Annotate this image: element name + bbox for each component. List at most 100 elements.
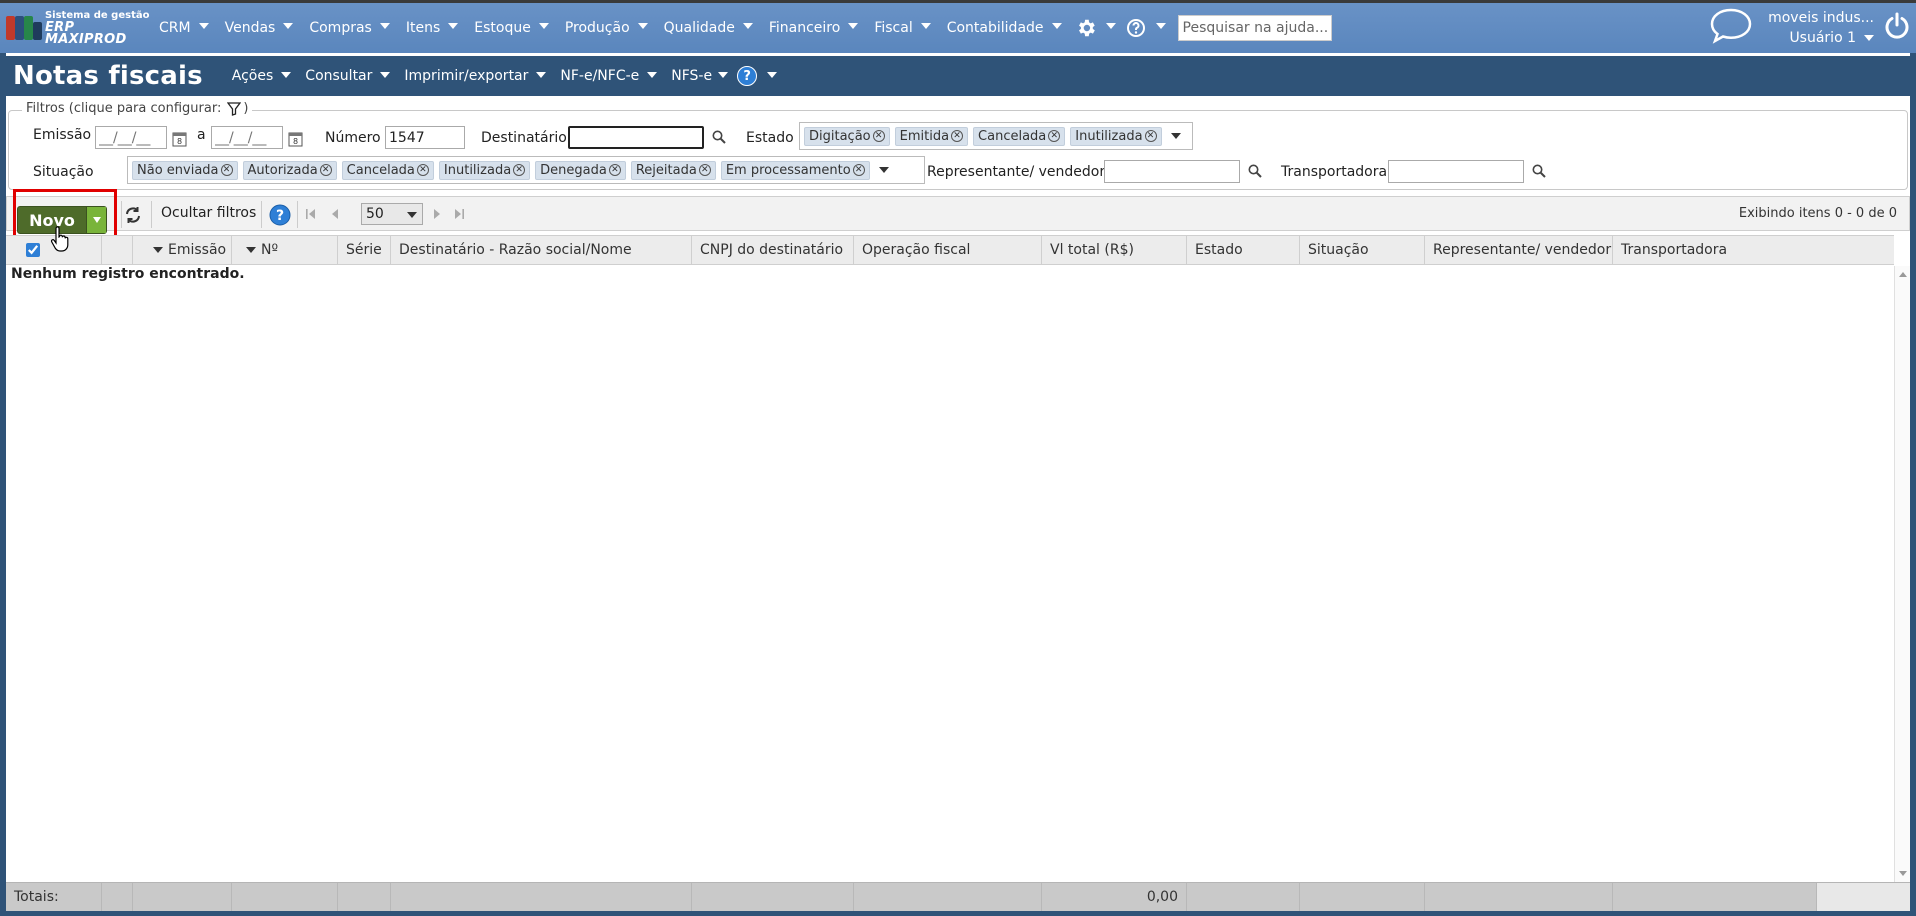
scroll-down-icon[interactable] — [1899, 871, 1907, 876]
chevron-down-icon — [848, 22, 859, 29]
column-header-estado[interactable]: Estado — [1187, 236, 1300, 264]
nav-fiscal[interactable]: Fiscal — [866, 3, 938, 53]
tag-label: Autorizada — [247, 162, 318, 178]
calendar-icon[interactable]: 8 — [172, 131, 187, 147]
search-icon[interactable] — [1248, 164, 1262, 182]
first-page-icon[interactable] — [305, 208, 317, 224]
chevron-down-icon — [448, 22, 459, 29]
hide-filters-button[interactable]: Ocultar filtros — [161, 205, 256, 221]
chevron-down-icon[interactable] — [1170, 133, 1181, 139]
column-header-situacao[interactable]: Situação — [1300, 236, 1425, 264]
nav-producao[interactable]: Produção — [557, 3, 656, 53]
nav-label: Produção — [564, 20, 630, 36]
remove-tag-icon[interactable]: ✕ — [1048, 130, 1061, 142]
filters-legend[interactable]: Filtros (clique para configurar: ) — [22, 101, 253, 116]
select-all-checkbox[interactable] — [26, 243, 40, 257]
column-header-cnpj[interactable]: CNPJ do destinatário — [692, 236, 854, 264]
tag-estado-inutilizada: Inutilizada ✕ — [1070, 126, 1162, 146]
logo-icon — [6, 13, 42, 43]
chevron-down-icon — [920, 22, 931, 29]
situacao-multiselect[interactable]: Não enviada ✕ Autorizada ✕ Cancelada ✕ Inut… — [127, 156, 925, 184]
nav-vendas[interactable]: Vendas — [217, 3, 302, 53]
menu-nfse[interactable]: NFS-e — [664, 68, 735, 84]
nav-estoque[interactable]: Estoque — [466, 3, 557, 53]
nav-compras[interactable]: Compras — [301, 3, 398, 53]
refresh-icon[interactable] — [124, 206, 142, 228]
remove-tag-icon[interactable]: ✕ — [608, 164, 621, 176]
column-header-emissao[interactable]: Emissão — [133, 236, 232, 264]
novo-dropdown-button[interactable] — [86, 207, 106, 233]
chevron-down-icon — [1051, 22, 1062, 29]
nav-itens[interactable]: Itens — [398, 3, 466, 53]
totals-label: Totais: — [6, 883, 102, 911]
menu-consultar[interactable]: Consultar — [298, 68, 397, 84]
column-header-vl-total[interactable]: Vl total (R$) — [1042, 236, 1187, 264]
nav-crm[interactable]: CRM — [151, 3, 217, 53]
page-size-select[interactable]: 50 — [361, 203, 423, 225]
date-range-a-label: a — [197, 127, 206, 143]
app-logo[interactable]: Sistema de gestão ERP MAXIPROD — [6, 10, 151, 46]
tag-situacao-cancelada: Cancelada ✕ — [341, 160, 434, 180]
prev-page-icon[interactable] — [329, 208, 341, 224]
nav-qualidade[interactable]: Qualidade — [656, 3, 761, 53]
remove-tag-icon[interactable]: ✕ — [319, 164, 332, 176]
column-header-operacao[interactable]: Operação fiscal — [854, 236, 1042, 264]
nav-settings[interactable] — [1070, 3, 1120, 53]
numero-input[interactable] — [385, 126, 465, 149]
toolbar-separator — [297, 201, 298, 228]
column-header-destinatario[interactable]: Destinatário - Razão social/Nome — [391, 236, 692, 264]
totals-cell — [854, 883, 1042, 911]
remove-tag-icon[interactable]: ✕ — [1144, 130, 1157, 142]
totals-cell — [692, 883, 854, 911]
remove-tag-icon[interactable]: ✕ — [951, 130, 964, 142]
transportadora-label: Transportadora — [1281, 164, 1388, 180]
nav-contabilidade[interactable]: Contabilidade — [939, 3, 1070, 53]
user-menu[interactable]: moveis indus... Usuário 1 — [1768, 8, 1874, 48]
scroll-up-icon[interactable] — [1899, 272, 1907, 277]
power-icon[interactable] — [1884, 12, 1910, 44]
menu-nfe-nfce[interactable]: NF-e/NFC-e — [553, 68, 664, 84]
column-header-serie[interactable]: Série — [338, 236, 391, 264]
chat-bubble-icon[interactable] — [1708, 7, 1754, 49]
nav-help[interactable] — [1120, 3, 1170, 53]
remove-tag-icon[interactable]: ✕ — [220, 164, 233, 176]
remove-tag-icon[interactable]: ✕ — [416, 164, 429, 176]
column-label: CNPJ do destinatário — [700, 242, 844, 258]
page-title: Notas fiscais — [13, 61, 203, 91]
totals-cell — [338, 883, 391, 911]
emissao-label: Emissão — [33, 127, 92, 143]
totals-cell — [133, 883, 232, 911]
representante-input[interactable] — [1104, 160, 1240, 183]
transportadora-input[interactable] — [1388, 160, 1524, 183]
column-header-transportadora[interactable]: Transportadora — [1613, 236, 1894, 264]
tag-label: Denegada — [540, 162, 607, 178]
search-icon[interactable] — [1532, 164, 1546, 182]
emissao-end-input[interactable] — [211, 126, 283, 149]
destinatario-input[interactable] — [568, 126, 704, 149]
help-search-input[interactable] — [1177, 15, 1332, 41]
remove-tag-icon[interactable]: ✕ — [852, 164, 865, 176]
totals-cell — [232, 883, 338, 911]
menu-imprimir-exportar[interactable]: Imprimir/exportar — [397, 68, 553, 84]
vertical-scrollbar[interactable] — [1894, 266, 1910, 882]
tag-estado-cancelada: Cancelada ✕ — [973, 126, 1066, 146]
tag-label: Cancelada — [346, 162, 415, 178]
estado-multiselect[interactable]: Digitação ✕ Emitida ✕ Cancelada ✕ Inutiliza… — [799, 122, 1193, 150]
emissao-start-input[interactable] — [95, 126, 167, 149]
totals-cell — [1425, 883, 1613, 911]
menu-acoes[interactable]: Ações — [225, 68, 299, 84]
column-header-numero[interactable]: Nº — [232, 236, 338, 264]
next-page-icon[interactable] — [431, 208, 443, 224]
search-icon[interactable] — [712, 130, 726, 148]
help-icon[interactable]: ? — [269, 204, 291, 230]
remove-tag-icon[interactable]: ✕ — [698, 164, 711, 176]
last-page-icon[interactable] — [453, 208, 465, 224]
column-header-representante[interactable]: Representante/ vendedor — [1425, 236, 1613, 264]
menu-page-help[interactable]: ? — [735, 66, 784, 86]
chevron-down-icon — [380, 71, 391, 78]
chevron-down-icon[interactable] — [878, 167, 889, 173]
calendar-icon[interactable]: 8 — [288, 131, 303, 147]
remove-tag-icon[interactable]: ✕ — [872, 130, 885, 142]
nav-financeiro[interactable]: Financeiro — [761, 3, 866, 53]
remove-tag-icon[interactable]: ✕ — [513, 164, 526, 176]
